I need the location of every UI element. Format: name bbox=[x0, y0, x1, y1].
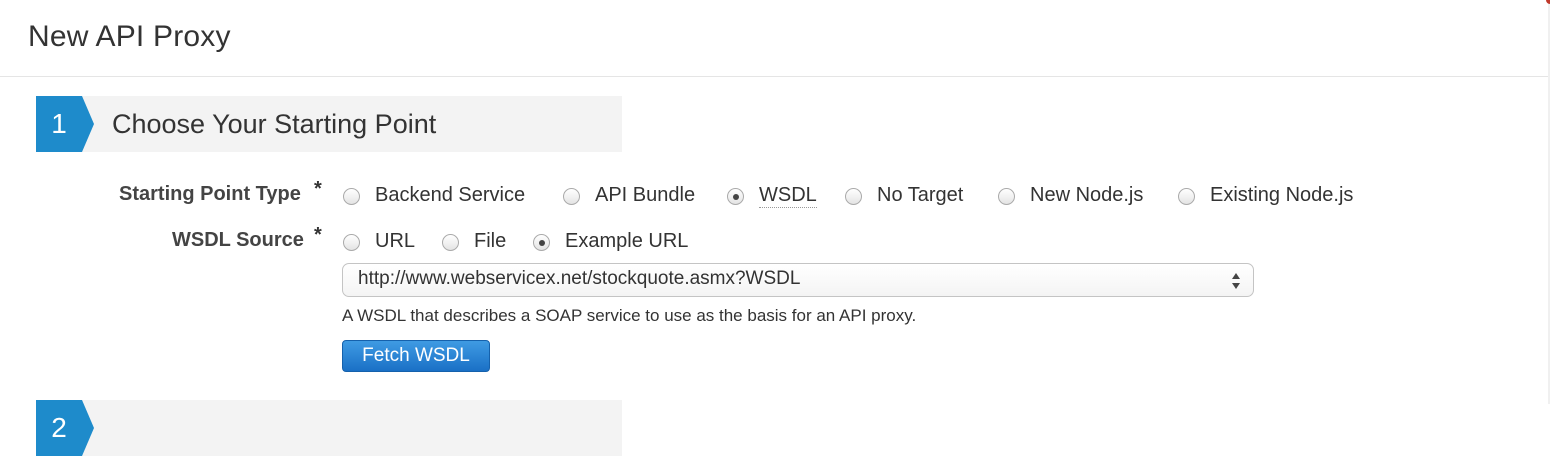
radio-option-existing-nodejs[interactable]: Existing Node.js bbox=[1178, 184, 1378, 212]
page-title: New API Proxy bbox=[28, 20, 231, 53]
radio-button[interactable] bbox=[563, 188, 580, 205]
fetch-wsdl-button[interactable]: Fetch WSDL bbox=[342, 340, 490, 372]
radio-option-url[interactable]: URL bbox=[343, 230, 423, 258]
radio-option-api-bundle[interactable]: API Bundle bbox=[563, 184, 713, 212]
wsdl-source-label: WSDL Source bbox=[172, 229, 304, 251]
radio-label: Example URL bbox=[565, 230, 689, 252]
radio-option-no-target[interactable]: No Target bbox=[845, 184, 985, 212]
step-title: Choose Your Starting Point bbox=[112, 109, 437, 139]
select-arrows-icon bbox=[1232, 273, 1240, 289]
radio-option-backend-service[interactable]: Backend Service bbox=[343, 184, 543, 212]
required-asterisk: * bbox=[314, 224, 322, 246]
wsdl-source-radio-group: URL File Example URL bbox=[343, 230, 743, 258]
step-number-badge: 2 bbox=[36, 400, 94, 456]
radio-label: API Bundle bbox=[595, 184, 696, 206]
radio-option-new-nodejs[interactable]: New Node.js bbox=[998, 184, 1158, 212]
radio-button[interactable] bbox=[442, 234, 459, 251]
radio-button[interactable] bbox=[1178, 188, 1195, 205]
radio-button[interactable] bbox=[998, 188, 1015, 205]
radio-label: Existing Node.js bbox=[1210, 184, 1354, 206]
radio-label: URL bbox=[375, 230, 416, 252]
radio-button[interactable] bbox=[845, 188, 862, 205]
step-2-header: 2 bbox=[36, 400, 622, 456]
starting-point-type-label: Starting Point Type bbox=[119, 183, 301, 205]
help-text: A WSDL that describes a SOAP service to … bbox=[342, 306, 917, 325]
starting-point-type-radio-group: Backend Service API Bundle WSDL No Targe… bbox=[343, 184, 1393, 212]
radio-label: File bbox=[474, 230, 507, 252]
radio-option-example-url[interactable]: Example URL bbox=[533, 230, 703, 258]
radio-label: No Target bbox=[877, 184, 964, 206]
required-asterisk: * bbox=[314, 178, 322, 200]
radio-option-wsdl[interactable]: WSDL bbox=[727, 184, 827, 212]
radio-button-selected[interactable] bbox=[533, 234, 550, 251]
example-url-select[interactable]: http://www.webservicex.net/stockquote.as… bbox=[342, 263, 1254, 297]
radio-label: Backend Service bbox=[375, 184, 526, 206]
page-header: New API Proxy bbox=[0, 0, 1550, 77]
radio-label: WSDL bbox=[759, 184, 817, 208]
radio-label: New Node.js bbox=[1030, 184, 1144, 206]
step-1-header: 1 Choose Your Starting Point bbox=[36, 96, 622, 152]
select-value: http://www.webservicex.net/stockquote.as… bbox=[358, 268, 801, 289]
radio-option-file[interactable]: File bbox=[442, 230, 522, 258]
step-number-badge: 1 bbox=[36, 96, 94, 152]
radio-button-selected[interactable] bbox=[727, 188, 744, 205]
radio-button[interactable] bbox=[343, 188, 360, 205]
radio-button[interactable] bbox=[343, 234, 360, 251]
